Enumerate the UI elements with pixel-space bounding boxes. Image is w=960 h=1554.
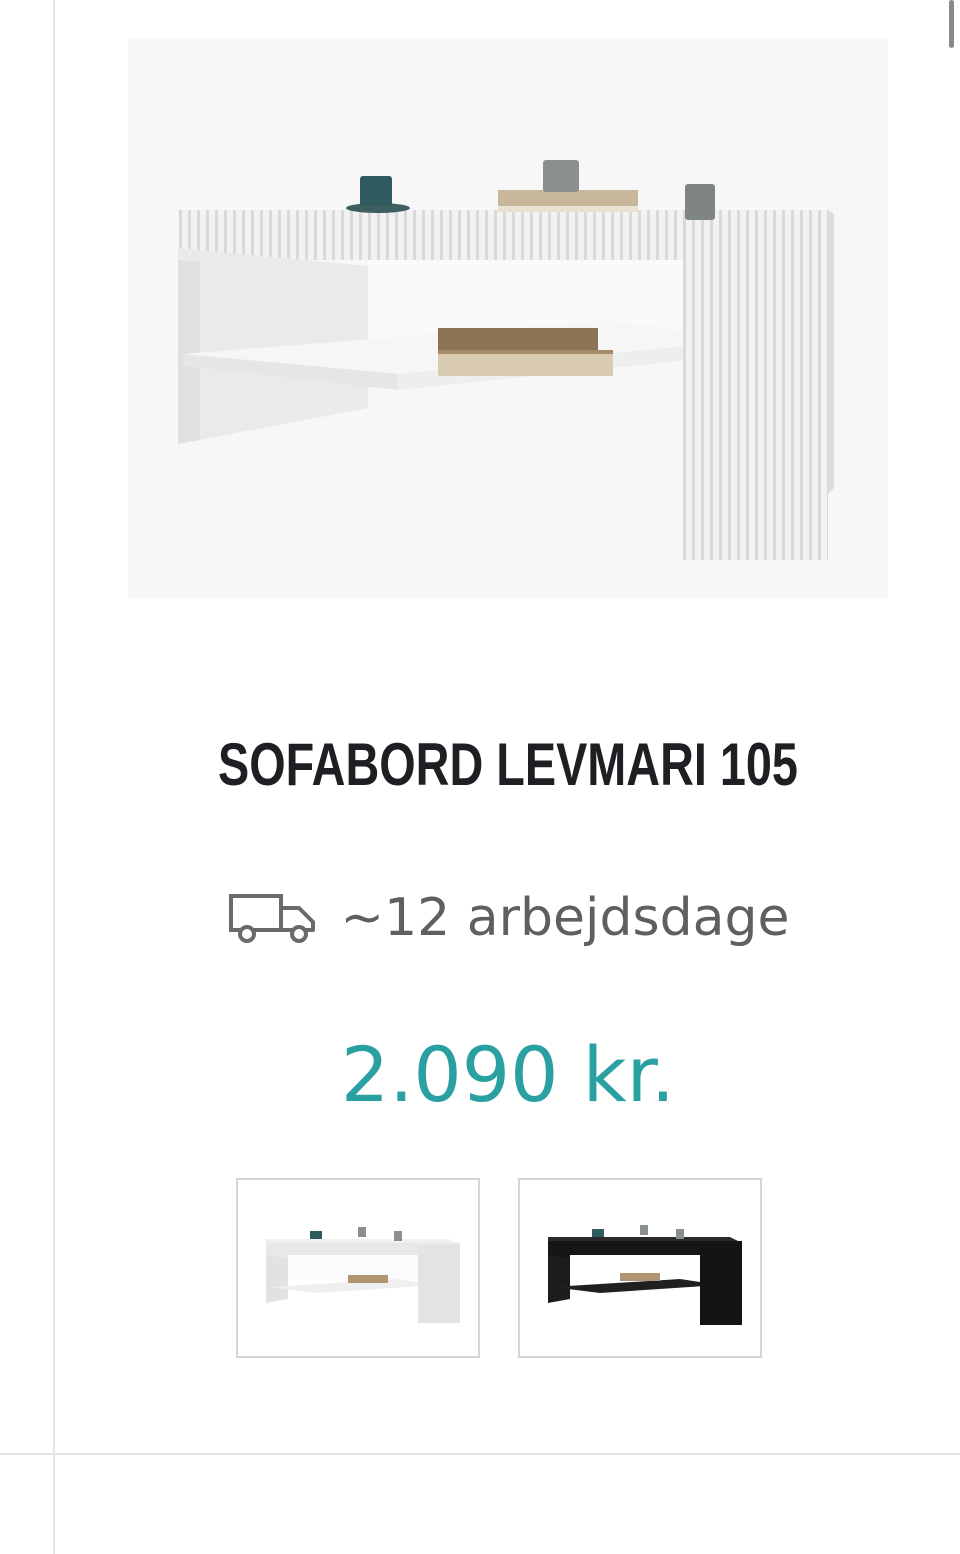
delivery-estimate: ~12 arbejdsdage <box>56 888 960 948</box>
product-image[interactable] <box>128 38 888 598</box>
variant-selector <box>236 1178 762 1358</box>
variant-black[interactable] <box>518 1178 762 1358</box>
product-title[interactable]: SOFABORD LEVMARI 105 <box>155 730 860 799</box>
product-card[interactable]: SOFABORD LEVMARI 105 ~12 arbejdsdage 2.0… <box>56 0 960 1453</box>
delivery-text: ~12 arbejdsdage <box>340 888 790 948</box>
page-edge-divider <box>53 0 55 1554</box>
variant-white[interactable] <box>236 1178 480 1358</box>
product-price: 2.090 kr. <box>340 1030 676 1119</box>
section-divider <box>0 1453 960 1455</box>
truck-icon <box>227 890 319 946</box>
